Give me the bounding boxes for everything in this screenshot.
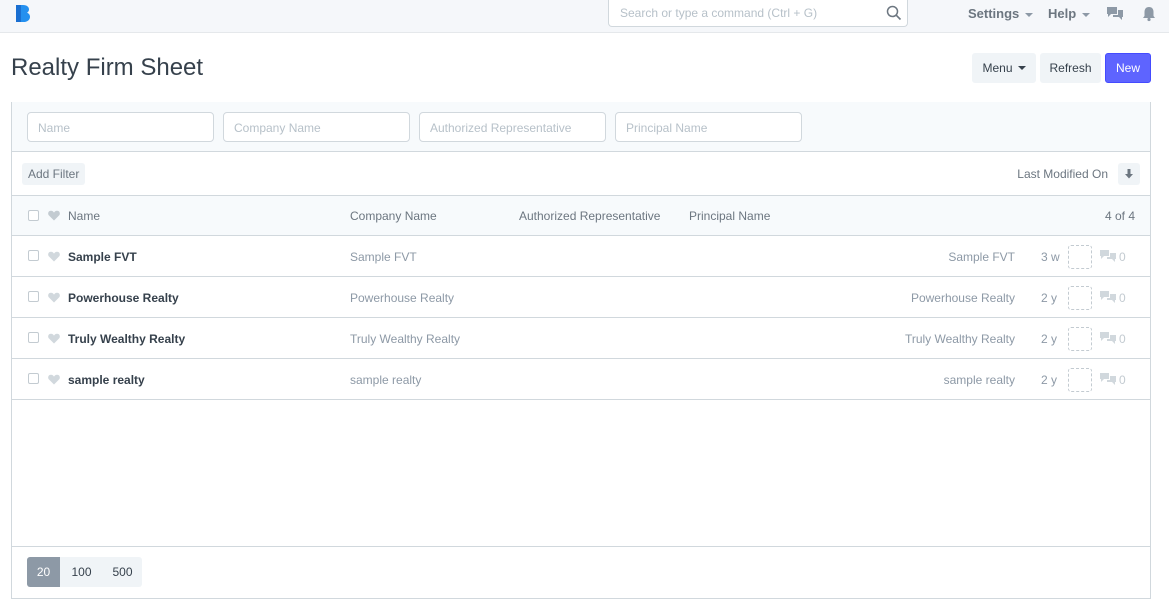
row-company-name: sample realty [350, 373, 422, 387]
sort-order-button[interactable] [1118, 163, 1140, 185]
standard-filters: Name Company Name Authorized Representat… [12, 102, 1150, 152]
row-title-value: Powerhouse Realty [910, 291, 1015, 305]
settings-dropdown[interactable]: Settings [968, 6, 1034, 21]
comment-count: 0 [1119, 291, 1126, 305]
navbar: Search or type a command (Ctrl + G) Sett… [0, 0, 1169, 33]
row-checkbox[interactable] [28, 373, 39, 384]
comment-icon [1100, 291, 1116, 303]
row-modified-time: 2 y [1041, 332, 1058, 346]
row-modified-time: 2 y [1041, 291, 1058, 305]
page-length-100-button[interactable]: 100 [60, 557, 103, 587]
heart-icon[interactable] [48, 333, 60, 344]
heart-icon[interactable] [48, 251, 60, 262]
list-frame: Name Company Name Authorized Representat… [11, 102, 1151, 599]
sort-selector[interactable]: Last Modified On [1017, 167, 1108, 181]
search-icon[interactable] [886, 5, 902, 21]
comment-icon [1100, 332, 1116, 344]
row-checkbox[interactable] [28, 250, 39, 261]
column-header-authorized-representative: Authorized Representative [519, 209, 661, 223]
page-title: Realty Firm Sheet [11, 54, 204, 81]
menu-button-label: Menu [982, 61, 1013, 75]
list-row[interactable]: Sample FVT Sample FVT Sample FVT 3 w 0 [12, 236, 1150, 277]
comment-icon [1100, 373, 1116, 385]
search-input[interactable]: Search or type a command (Ctrl + G) [620, 6, 817, 20]
menu-button[interactable]: Menu [972, 53, 1036, 83]
add-filter-button[interactable]: Add Filter [22, 163, 86, 185]
app-logo-icon[interactable] [14, 4, 33, 23]
row-company-name: Sample FVT [350, 250, 417, 264]
list-count: 4 of 4 [1104, 209, 1135, 223]
filter-toolbar: Add Filter Last Modified On [12, 152, 1150, 196]
row-title-value: Truly Wealthy Realty [904, 332, 1015, 346]
column-header-principal-name: Principal Name [689, 209, 771, 223]
comment-count: 0 [1119, 332, 1126, 346]
row-name-link[interactable]: Powerhouse Realty [68, 291, 179, 305]
settings-label: Settings [968, 6, 1020, 21]
row-modified-time: 2 y [1041, 373, 1058, 387]
help-dropdown[interactable]: Help [1048, 6, 1091, 21]
page-length-20-button[interactable]: 20 [27, 557, 60, 587]
row-checkbox[interactable] [28, 291, 39, 302]
avatar [1068, 286, 1092, 310]
page-length-500-button[interactable]: 500 [103, 557, 142, 587]
comment-count: 0 [1119, 373, 1126, 387]
arrow-down-icon [1125, 169, 1133, 179]
select-all-checkbox[interactable] [28, 210, 39, 221]
new-button[interactable]: New [1105, 53, 1151, 83]
company-name-filter-input[interactable]: Company Name [223, 112, 410, 142]
avatar [1068, 368, 1092, 392]
name-filter-input[interactable]: Name [27, 112, 214, 142]
row-modified-time: 3 w [1041, 250, 1060, 264]
chevron-down-icon [1025, 12, 1034, 17]
page-length-selector: 20 100 500 [27, 557, 142, 587]
comment-count: 0 [1119, 250, 1126, 264]
row-checkbox[interactable] [28, 332, 39, 343]
column-header-company-name: Company Name [350, 209, 437, 223]
help-label: Help [1048, 6, 1077, 21]
heart-icon[interactable] [48, 374, 60, 385]
row-title-value: Sample FVT [948, 250, 1015, 264]
bell-icon[interactable] [1142, 6, 1156, 22]
row-title-value: sample realty [943, 373, 1015, 387]
chevron-down-icon [1082, 12, 1091, 17]
list-row[interactable]: sample realty sample realty sample realt… [12, 359, 1150, 400]
row-name-link[interactable]: Truly Wealthy Realty [68, 332, 185, 346]
avatar [1068, 327, 1092, 351]
heart-icon[interactable] [48, 292, 60, 303]
list-header: Name Company Name Authorized Representat… [12, 196, 1150, 236]
list-paging-area: 20 100 500 [12, 546, 1150, 598]
principal-name-filter-input[interactable]: Principal Name [615, 112, 802, 142]
column-header-name: Name [68, 209, 101, 223]
row-company-name: Truly Wealthy Realty [350, 332, 461, 346]
authorized-representative-filter-input[interactable]: Authorized Representative [419, 112, 606, 142]
chat-icon[interactable] [1106, 6, 1124, 22]
row-company-name: Powerhouse Realty [350, 291, 455, 305]
list-row[interactable]: Powerhouse Realty Powerhouse Realty Powe… [12, 277, 1150, 318]
refresh-button[interactable]: Refresh [1040, 53, 1101, 83]
list-row[interactable]: Truly Wealthy Realty Truly Wealthy Realt… [12, 318, 1150, 359]
comment-icon [1100, 250, 1116, 262]
row-name-link[interactable]: sample realty [68, 373, 145, 387]
avatar [1068, 245, 1092, 269]
row-name-link[interactable]: Sample FVT [68, 250, 137, 264]
chevron-down-icon [1017, 66, 1026, 70]
heart-icon[interactable] [48, 210, 60, 221]
search-box[interactable]: Search or type a command (Ctrl + G) [608, 0, 908, 27]
